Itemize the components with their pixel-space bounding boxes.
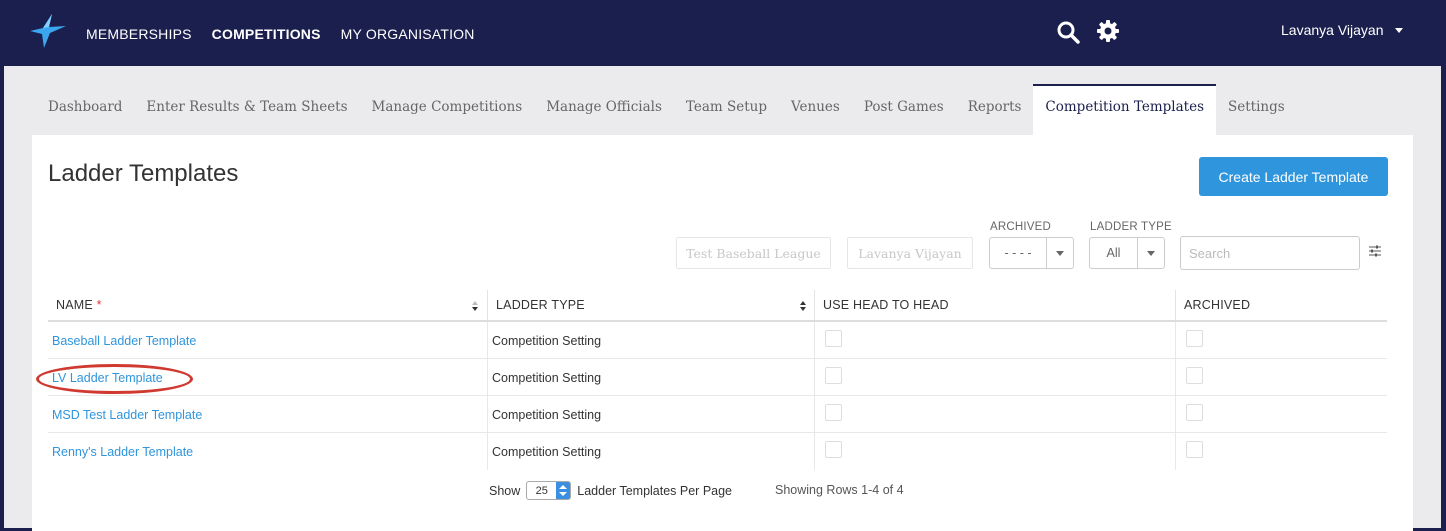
column-label-name: NAME <box>56 298 93 312</box>
app-logo-icon[interactable] <box>30 14 66 48</box>
ladder-templates-panel: Ladder Templates Create Ladder Template … <box>32 135 1413 531</box>
use-head-to-head-checkbox[interactable] <box>825 330 842 347</box>
tab-manage-competitions[interactable]: Manage Competitions <box>360 84 535 135</box>
ladder-type-filter-value: All <box>1090 238 1138 268</box>
archived-checkbox[interactable] <box>1186 330 1203 347</box>
chevron-down-icon <box>1395 27 1404 33</box>
per-page-select[interactable]: 25 <box>526 481 572 500</box>
column-header-use-head-to-head: USE HEAD TO HEAD <box>814 290 1175 320</box>
template-name-link[interactable]: LV Ladder Template <box>52 371 163 385</box>
ladder-type-cell: Competition Setting <box>492 407 602 422</box>
nav-my-organisation[interactable]: MY ORGANISATION <box>341 26 475 42</box>
archived-checkbox[interactable] <box>1186 404 1203 421</box>
column-header-ladder-type[interactable]: LADDER TYPE <box>487 290 814 320</box>
show-label: Show <box>489 483 521 498</box>
archived-checkbox[interactable] <box>1186 367 1203 384</box>
ladder-type-filter-select[interactable]: All <box>1089 237 1165 269</box>
use-head-to-head-checkbox[interactable] <box>825 441 842 458</box>
user-filter-button[interactable]: Lavanya Vijayan <box>847 237 973 269</box>
column-header-archived: ARCHIVED <box>1175 290 1387 320</box>
archived-filter-value: - - - - <box>990 238 1047 268</box>
use-head-to-head-checkbox[interactable] <box>825 367 842 384</box>
spinner-arrows-icon <box>556 482 571 499</box>
tab-enter-results[interactable]: Enter Results & Team Sheets <box>134 84 359 135</box>
chevron-down-icon <box>1138 238 1164 268</box>
nav-memberships[interactable]: MEMBERSHIPS <box>86 26 192 42</box>
ladder-type-cell: Competition Setting <box>492 444 602 459</box>
sort-icon[interactable] <box>800 301 806 311</box>
create-ladder-template-button[interactable]: Create Ladder Template <box>1199 157 1388 196</box>
table-header: NAME * LADDER TYPE USE HEAD TO HEAD ARCH… <box>48 290 1387 322</box>
template-name-link[interactable]: MSD Test Ladder Template <box>52 408 202 422</box>
use-head-to-head-checkbox[interactable] <box>825 404 842 421</box>
archived-filter-select[interactable]: - - - - <box>989 237 1074 269</box>
ladder-type-cell: Competition Setting <box>492 370 602 385</box>
template-name-link[interactable]: Baseball Ladder Template <box>52 334 196 348</box>
per-page-label: Ladder Templates Per Page <box>577 483 733 498</box>
gear-icon[interactable] <box>1096 19 1120 43</box>
archived-filter-label: ARCHIVED <box>990 221 1052 233</box>
tab-team-setup[interactable]: Team Setup <box>674 84 779 135</box>
ladder-type-cell: Competition Setting <box>492 333 602 348</box>
sort-icon[interactable] <box>472 301 478 311</box>
tab-competition-templates[interactable]: Competition Templates <box>1033 84 1217 135</box>
table-row: Renny's Ladder Template Competition Sett… <box>48 433 1387 470</box>
pagination-footer: Show 25 Ladder Templates Per Page <box>489 481 732 500</box>
sliders-icon[interactable] <box>1369 245 1381 257</box>
tab-post-games[interactable]: Post Games <box>852 84 956 135</box>
main-nav: MEMBERSHIPS COMPETITIONS MY ORGANISATION <box>86 26 475 42</box>
table-row: Baseball Ladder Template Competition Set… <box>48 322 1387 359</box>
content-area: Dashboard Enter Results & Team Sheets Ma… <box>4 66 1441 531</box>
table-row: MSD Test Ladder Template Competition Set… <box>48 396 1387 433</box>
nav-competitions[interactable]: COMPETITIONS <box>212 26 321 42</box>
showing-rows-text: Showing Rows 1-4 of 4 <box>775 483 904 497</box>
ladder-type-filter-label: LADDER TYPE <box>1090 221 1172 233</box>
tab-venues[interactable]: Venues <box>779 84 852 135</box>
required-marker: * <box>96 298 102 312</box>
sub-tabs: Dashboard Enter Results & Team Sheets Ma… <box>36 84 1297 135</box>
tab-reports[interactable]: Reports <box>956 84 1034 135</box>
page-title: Ladder Templates <box>48 160 239 187</box>
top-navbar: MEMBERSHIPS COMPETITIONS MY ORGANISATION… <box>0 0 1446 66</box>
tab-dashboard[interactable]: Dashboard <box>36 84 134 135</box>
per-page-value: 25 <box>535 484 548 497</box>
user-menu[interactable]: Lavanya Vijayan <box>1281 22 1404 38</box>
tab-settings[interactable]: Settings <box>1216 84 1297 135</box>
search-icon[interactable] <box>1056 20 1080 44</box>
league-filter-button[interactable]: Test Baseball League <box>676 237 831 269</box>
column-header-name[interactable]: NAME * <box>48 290 487 320</box>
chevron-down-icon <box>1047 238 1073 268</box>
table-row: LV Ladder Template Competition Setting <box>48 359 1387 396</box>
archived-checkbox[interactable] <box>1186 441 1203 458</box>
tab-manage-officials[interactable]: Manage Officials <box>534 84 674 135</box>
template-name-link[interactable]: Renny's Ladder Template <box>52 445 193 459</box>
search-input[interactable] <box>1180 236 1360 270</box>
user-name: Lavanya Vijayan <box>1281 22 1384 38</box>
